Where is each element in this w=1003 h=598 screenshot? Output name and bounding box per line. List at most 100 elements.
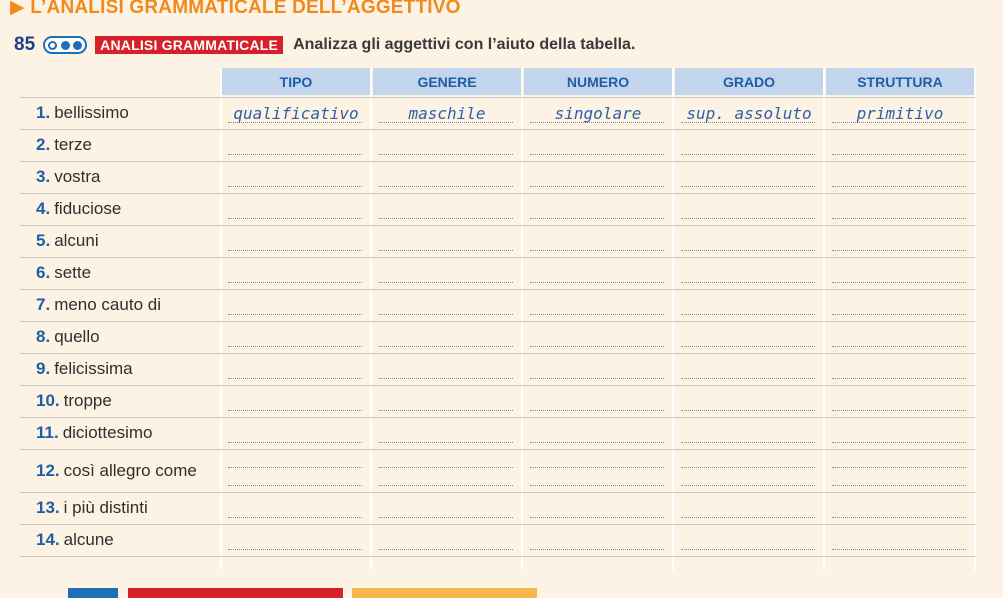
answer-blank-struttura[interactable] xyxy=(832,314,966,315)
adjective-word: bellissimo xyxy=(54,103,129,122)
row-divider xyxy=(20,225,975,226)
table-row-word: 13. i più distinti xyxy=(36,497,148,519)
adjective-word: sette xyxy=(54,263,92,282)
answer-blank-struttura[interactable] xyxy=(832,186,966,187)
answer-blank-grado[interactable] xyxy=(681,346,815,347)
answer-blank-tipo[interactable] xyxy=(228,485,362,486)
answer-blank-genere[interactable] xyxy=(379,467,513,468)
row-number: 13. xyxy=(36,498,60,517)
row-divider xyxy=(20,161,975,162)
answer-blank-struttura[interactable] xyxy=(832,282,966,283)
exercise-tag: ANALISI GRAMMATICALE xyxy=(95,36,284,54)
answer-blank-tipo[interactable] xyxy=(228,154,362,155)
answer-blank-grado[interactable] xyxy=(681,282,815,283)
answer-blank-tipo[interactable] xyxy=(228,282,362,283)
example-answer-grado: sup. assoluto xyxy=(686,103,812,123)
example-answer-numero: singolare xyxy=(554,103,642,123)
section-title: ▶ L’ANALISI GRAMMATICALE DELL’AGGETTIVO xyxy=(10,0,461,18)
row-number: 1. xyxy=(36,103,51,122)
answer-blank-numero[interactable] xyxy=(530,410,664,411)
exercise-header: 85 ANALISI GRAMMATICALE Analizza gli agg… xyxy=(14,34,635,56)
adjective-word: felicissima xyxy=(54,359,133,378)
answer-blank-genere[interactable] xyxy=(379,218,513,219)
answer-blank-grado[interactable] xyxy=(681,485,815,486)
answer-blank-tipo[interactable] xyxy=(228,442,362,443)
answer-blank-genere[interactable] xyxy=(379,154,513,155)
answer-blank-struttura[interactable] xyxy=(832,442,966,443)
answer-blank-grado[interactable] xyxy=(681,314,815,315)
row-divider xyxy=(20,417,975,418)
answer-blank-struttura[interactable] xyxy=(832,549,966,550)
answer-blank-numero[interactable] xyxy=(530,154,664,155)
answer-blank-numero[interactable] xyxy=(530,250,664,251)
exercise-number: 85 xyxy=(14,34,36,55)
answer-blank-numero[interactable] xyxy=(530,378,664,379)
answer-blank-grado[interactable] xyxy=(681,186,815,187)
row-number: 9. xyxy=(36,359,51,378)
answer-blank-numero[interactable] xyxy=(530,186,664,187)
answer-blank-tipo[interactable] xyxy=(228,410,362,411)
answer-blank-grado[interactable] xyxy=(681,410,815,411)
row-divider xyxy=(20,321,975,322)
answer-blank-genere[interactable] xyxy=(379,410,513,411)
answer-blank-genere[interactable] xyxy=(379,549,513,550)
answer-blank-struttura[interactable] xyxy=(832,517,966,518)
answer-blank-genere[interactable] xyxy=(379,442,513,443)
answer-blank-genere[interactable] xyxy=(379,186,513,187)
answer-blank-tipo[interactable] xyxy=(228,378,362,379)
example-answer-genere: maschile xyxy=(408,103,486,123)
answer-blank-tipo[interactable] xyxy=(228,250,362,251)
column-separator xyxy=(220,68,222,570)
column-separator xyxy=(974,68,976,570)
answer-blank-grado[interactable] xyxy=(681,549,815,550)
column-header-tipo: TIPO xyxy=(222,68,370,95)
adjective-word: terze xyxy=(54,135,92,154)
answer-blank-struttura[interactable] xyxy=(832,218,966,219)
answer-blank-grado[interactable] xyxy=(681,378,815,379)
answer-blank-numero[interactable] xyxy=(530,314,664,315)
answer-blank-numero[interactable] xyxy=(530,282,664,283)
answer-blank-tipo[interactable] xyxy=(228,517,362,518)
answer-blank-genere[interactable] xyxy=(379,282,513,283)
answer-blank-genere[interactable] xyxy=(379,346,513,347)
answer-blank-struttura[interactable] xyxy=(832,485,966,486)
answer-blank-grado[interactable] xyxy=(681,154,815,155)
adjective-word: vostra xyxy=(54,167,101,186)
row-number: 14. xyxy=(36,530,60,549)
answer-blank-tipo[interactable] xyxy=(228,314,362,315)
row-divider xyxy=(20,524,975,525)
answer-blank-genere[interactable] xyxy=(379,378,513,379)
answer-blank-grado[interactable] xyxy=(681,218,815,219)
answer-blank-numero[interactable] xyxy=(530,517,664,518)
answer-blank-struttura[interactable] xyxy=(832,346,966,347)
answer-blank-struttura[interactable] xyxy=(832,467,966,468)
column-separator xyxy=(521,68,523,570)
answer-blank-struttura[interactable] xyxy=(832,154,966,155)
answer-blank-numero[interactable] xyxy=(530,485,664,486)
answer-blank-grado[interactable] xyxy=(681,442,815,443)
answer-blank-genere[interactable] xyxy=(379,250,513,251)
answer-blank-tipo[interactable] xyxy=(228,218,362,219)
adjective-word: meno cauto di xyxy=(54,295,161,314)
answer-blank-tipo[interactable] xyxy=(228,346,362,347)
answer-blank-genere[interactable] xyxy=(379,517,513,518)
answer-blank-tipo[interactable] xyxy=(228,549,362,550)
answer-blank-numero[interactable] xyxy=(530,442,664,443)
answer-blank-grado[interactable] xyxy=(681,467,815,468)
answer-blank-genere[interactable] xyxy=(379,485,513,486)
row-divider xyxy=(20,449,975,450)
answer-blank-numero[interactable] xyxy=(530,549,664,550)
answer-blank-genere[interactable] xyxy=(379,314,513,315)
answer-blank-tipo[interactable] xyxy=(228,467,362,468)
answer-blank-struttura[interactable] xyxy=(832,378,966,379)
answer-blank-struttura[interactable] xyxy=(832,250,966,251)
answer-blank-numero[interactable] xyxy=(530,467,664,468)
difficulty-dot-empty-icon xyxy=(48,40,58,50)
answer-blank-numero[interactable] xyxy=(530,346,664,347)
answer-blank-grado[interactable] xyxy=(681,517,815,518)
table-row-word: 11. diciottesimo xyxy=(36,422,152,444)
answer-blank-tipo[interactable] xyxy=(228,186,362,187)
answer-blank-struttura[interactable] xyxy=(832,410,966,411)
answer-blank-numero[interactable] xyxy=(530,218,664,219)
answer-blank-grado[interactable] xyxy=(681,250,815,251)
